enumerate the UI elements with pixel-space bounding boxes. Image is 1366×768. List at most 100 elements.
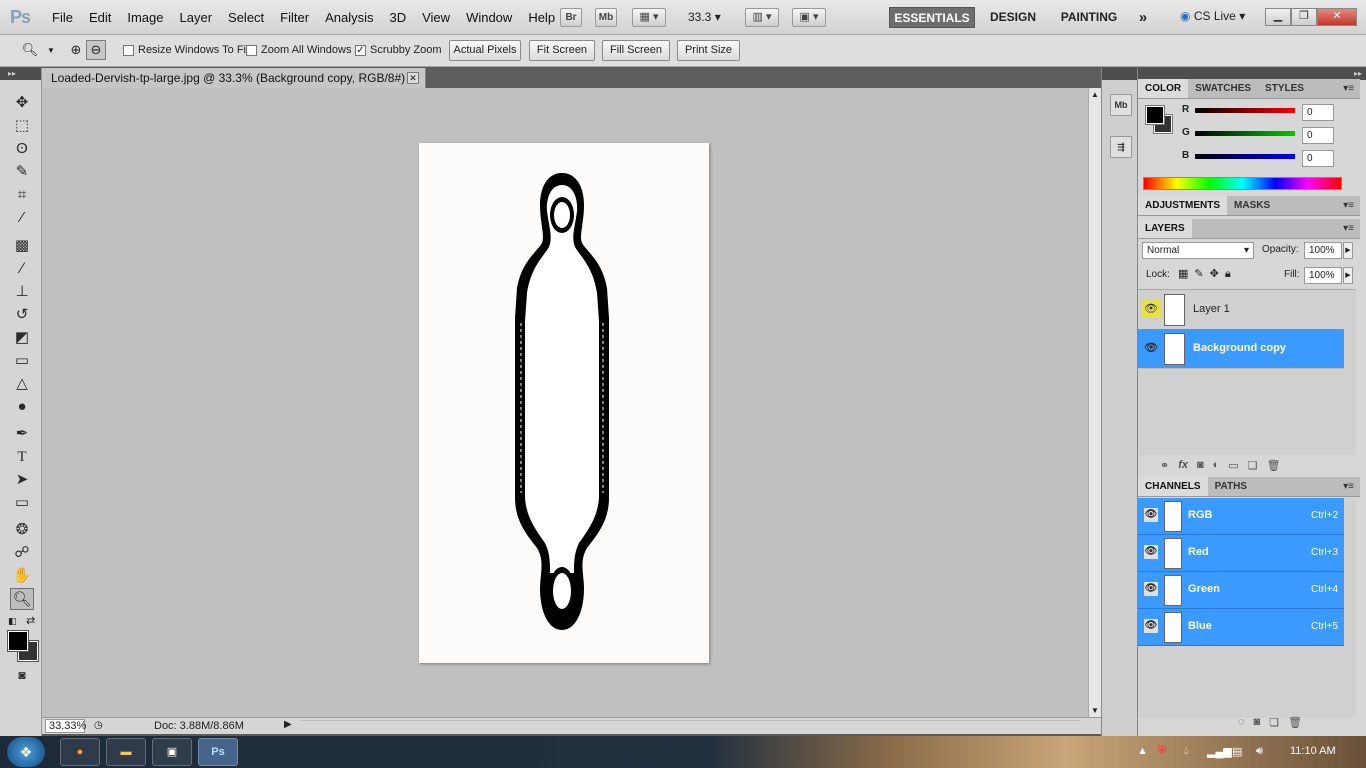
collapse-toolbar-button[interactable]: ▸▸ bbox=[0, 68, 41, 80]
crop-tool-icon[interactable]: ⌗ bbox=[10, 184, 34, 206]
delete-layer-icon[interactable]: 🗑︎ bbox=[1267, 459, 1281, 477]
blue-value-field[interactable]: 0 bbox=[1302, 150, 1334, 167]
visibility-eye-icon[interactable]: 👁︎ bbox=[1144, 582, 1158, 596]
adjustment-layer-icon[interactable]: ◐ bbox=[1213, 459, 1220, 477]
menu-window[interactable]: Window bbox=[458, 10, 520, 25]
default-colors-icon[interactable]: ◧ bbox=[8, 616, 17, 627]
antivirus-tray-icon[interactable]: ⛨ bbox=[1158, 745, 1166, 758]
menu-layer[interactable]: Layer bbox=[172, 10, 221, 25]
channel-row-blue[interactable]: 👁︎ Blue Ctrl+5 bbox=[1138, 609, 1344, 646]
zoom-tool-preset-picker[interactable]: 🔍︎ bbox=[20, 40, 40, 60]
tab-channels[interactable]: CHANNELS bbox=[1138, 477, 1208, 496]
mini-bridge-icon[interactable]: Mb bbox=[1110, 94, 1132, 116]
restore-button[interactable]: ❐ bbox=[1291, 8, 1317, 26]
minimize-button[interactable]: ▁ bbox=[1265, 8, 1291, 26]
fit-screen-button[interactable]: Fit Screen bbox=[529, 40, 595, 61]
close-button[interactable]: ✕ bbox=[1317, 8, 1357, 26]
status-zoom-field[interactable]: 33.33% bbox=[45, 719, 86, 733]
close-document-icon[interactable]: ✕ bbox=[407, 72, 419, 84]
channel-row-rgb[interactable]: 👁︎ RGB Ctrl+2 bbox=[1138, 498, 1344, 535]
panel-menu-icon[interactable]: ▾≡ bbox=[1343, 477, 1354, 497]
link-layers-icon[interactable]: ⚭ bbox=[1160, 459, 1169, 477]
new-channel-icon[interactable]: ❏ bbox=[1269, 716, 1279, 734]
taskbar-photoshop[interactable]: Ps bbox=[198, 738, 238, 766]
layer-row-background-copy[interactable]: 👁︎ Background copy bbox=[1138, 329, 1344, 369]
canvas-area[interactable] bbox=[42, 88, 1088, 717]
fill-slider-arrow-icon[interactable]: ▶ bbox=[1343, 267, 1353, 284]
red-slider[interactable] bbox=[1195, 108, 1295, 113]
history-icon[interactable]: ⇶ bbox=[1110, 136, 1132, 158]
taskbar-firefox[interactable]: ● bbox=[60, 738, 100, 766]
add-mask-icon[interactable]: ◙ bbox=[1197, 459, 1204, 477]
more-workspaces-button[interactable]: » bbox=[1132, 7, 1154, 28]
zoom-level-dropdown[interactable]: 33.3 ▾ bbox=[688, 10, 721, 24]
green-slider[interactable] bbox=[1195, 131, 1295, 136]
channel-row-green[interactable]: 👁︎ Green Ctrl+4 bbox=[1138, 572, 1344, 609]
menu-file[interactable]: File bbox=[44, 10, 81, 25]
bridge-button[interactable]: Br bbox=[560, 8, 582, 27]
lock-position-icon[interactable]: ✥ bbox=[1210, 268, 1225, 280]
scrubby-zoom-checkbox[interactable]: ✓ Scrubby Zoom bbox=[355, 44, 442, 56]
marquee-tool-icon[interactable]: ⬚ bbox=[10, 115, 34, 137]
cs-live-dropdown[interactable]: ◉ CS Live ▾ bbox=[1180, 9, 1245, 23]
brush-tool-icon[interactable]: ∕ bbox=[10, 258, 34, 280]
zoom-in-button[interactable]: ⊕ bbox=[66, 40, 86, 60]
red-value-field[interactable]: 0 bbox=[1302, 104, 1334, 121]
blend-mode-dropdown[interactable]: Normal ▾ bbox=[1142, 242, 1254, 259]
menu-image[interactable]: Image bbox=[119, 10, 171, 25]
delete-channel-icon[interactable]: 🗑︎ bbox=[1288, 716, 1302, 734]
clock[interactable]: 11:10 AM bbox=[1290, 745, 1336, 757]
clone-stamp-tool-icon[interactable]: ⊥ bbox=[10, 281, 34, 303]
eraser-tool-icon[interactable]: ◩ bbox=[10, 327, 34, 349]
history-brush-tool-icon[interactable]: ↺ bbox=[10, 304, 34, 326]
minibridge-button[interactable]: Mb bbox=[595, 8, 617, 27]
tab-layers[interactable]: LAYERS bbox=[1138, 219, 1192, 238]
menu-select[interactable]: Select bbox=[220, 10, 272, 25]
fill-field[interactable]: 100% bbox=[1304, 267, 1342, 284]
volume-icon[interactable]: 🔊︎ bbox=[1256, 745, 1263, 758]
zoom-tool-icon[interactable]: 🔍︎ bbox=[10, 588, 34, 610]
visibility-eye-icon[interactable]: 👁︎ bbox=[1144, 619, 1158, 633]
green-value-field[interactable]: 0 bbox=[1302, 127, 1334, 144]
eyedropper-tool-icon[interactable]: ⁄ bbox=[10, 207, 34, 229]
workspace-essentials[interactable]: ESSENTIALS bbox=[889, 7, 975, 28]
lock-all-icon[interactable]: 🔒︎ bbox=[1225, 268, 1237, 280]
actual-pixels-button[interactable]: Actual Pixels bbox=[449, 40, 521, 61]
scroll-down-icon[interactable]: ▼ bbox=[1091, 706, 1099, 715]
lock-pixels-icon[interactable]: ✎ bbox=[1194, 268, 1209, 280]
menu-edit[interactable]: Edit bbox=[81, 10, 119, 25]
workspace-painting[interactable]: PAINTING bbox=[1053, 7, 1125, 28]
status-menu-arrow-icon[interactable]: ▶ bbox=[284, 719, 292, 730]
rectangle-tool-icon[interactable]: ▭ bbox=[10, 492, 34, 514]
taskbar-explorer[interactable]: ▬ bbox=[106, 738, 146, 766]
document-canvas[interactable] bbox=[419, 143, 709, 663]
panel-menu-icon[interactable]: ▾≡ bbox=[1343, 219, 1354, 239]
visibility-eye-icon[interactable]: 👁︎ bbox=[1144, 545, 1158, 559]
scroll-up-icon[interactable]: ▲ bbox=[1091, 90, 1099, 99]
chevron-down-icon[interactable]: ▼ bbox=[47, 46, 55, 55]
visibility-eye-icon[interactable]: 👁︎ bbox=[1144, 508, 1158, 522]
extras-dropdown[interactable]: ▦ ▾ bbox=[632, 8, 666, 27]
document-tab[interactable]: Loaded-Dervish-tp-large.jpg @ 33.3% (Bac… bbox=[42, 68, 426, 88]
quick-selection-tool-icon[interactable]: ✎ bbox=[10, 161, 34, 183]
channel-row-red[interactable]: 👁︎ Red Ctrl+3 bbox=[1138, 535, 1344, 572]
visibility-eye-icon[interactable]: 👁︎ bbox=[1141, 339, 1161, 357]
tab-masks[interactable]: MASKS bbox=[1227, 196, 1277, 215]
new-group-icon[interactable]: ▭ bbox=[1228, 459, 1238, 477]
show-hidden-icons[interactable]: ▲ bbox=[1137, 745, 1148, 757]
opacity-slider-arrow-icon[interactable]: ▶ bbox=[1343, 242, 1353, 259]
move-tool-icon[interactable]: ✥ bbox=[10, 92, 34, 114]
blue-slider[interactable] bbox=[1195, 154, 1295, 159]
menu-view[interactable]: View bbox=[414, 10, 458, 25]
3d-rotate-tool-icon[interactable]: ❂ bbox=[10, 519, 34, 541]
menu-3d[interactable]: 3D bbox=[381, 10, 414, 25]
menu-filter[interactable]: Filter bbox=[272, 10, 317, 25]
tab-color[interactable]: COLOR bbox=[1138, 79, 1189, 98]
start-button[interactable]: ❖ bbox=[7, 737, 45, 767]
load-selection-icon[interactable]: ◌ bbox=[1238, 716, 1245, 734]
swap-colors-icon[interactable]: ⇄ bbox=[26, 614, 35, 627]
panel-menu-icon[interactable]: ▾≡ bbox=[1343, 196, 1354, 216]
menu-help[interactable]: Help bbox=[520, 10, 563, 25]
path-selection-tool-icon[interactable]: ➤ bbox=[10, 469, 34, 491]
color-panel-foreground-swatch[interactable] bbox=[1145, 105, 1165, 125]
